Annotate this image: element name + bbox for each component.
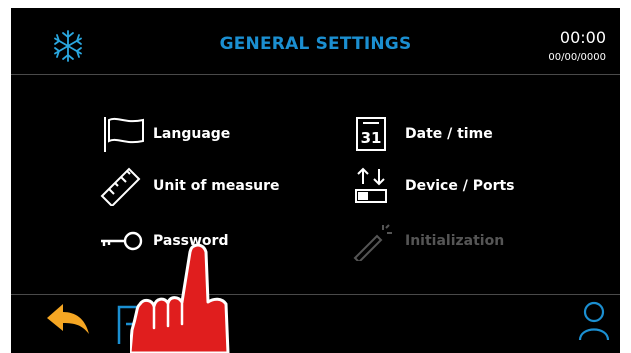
menu-label-initialization: Initialization — [405, 233, 505, 249]
ruler-icon — [99, 166, 145, 206]
user-icon[interactable] — [577, 300, 611, 342]
clock-time: 00:00 — [559, 28, 606, 47]
header-divider — [11, 74, 620, 75]
menu-label-language: Language — [153, 126, 231, 142]
back-arrow-icon[interactable] — [45, 300, 91, 340]
menu-item-date-time[interactable]: 31 Date / time — [351, 114, 493, 154]
menu-label-unit-of-measure: Unit of measure — [153, 178, 280, 194]
page-title: GENERAL SETTINGS — [219, 34, 412, 54]
ports-icon — [351, 166, 397, 206]
menu-label-date-time: Date / time — [405, 126, 493, 142]
header-bar: GENERAL SETTINGS 00:00 00/00/0000 — [11, 8, 620, 74]
footer-divider — [11, 294, 620, 295]
flag-icon — [99, 114, 145, 154]
menu-label-device-ports: Device / Ports — [405, 178, 515, 194]
pointing-hand-icon — [130, 243, 230, 353]
magic-wand-icon — [351, 221, 397, 261]
clock-date: 00/00/0000 — [548, 52, 606, 63]
device-screen: GENERAL SETTINGS 00:00 00/00/0000 Langua… — [11, 8, 620, 353]
calendar-day: 31 — [361, 129, 382, 147]
menu-item-device-ports[interactable]: Device / Ports — [351, 166, 515, 206]
menu-item-language[interactable]: Language — [99, 114, 230, 154]
menu-item-initialization: Initialization — [351, 221, 504, 261]
calendar-icon: 31 — [351, 114, 397, 154]
menu-item-unit-of-measure[interactable]: Unit of measure — [99, 166, 280, 206]
